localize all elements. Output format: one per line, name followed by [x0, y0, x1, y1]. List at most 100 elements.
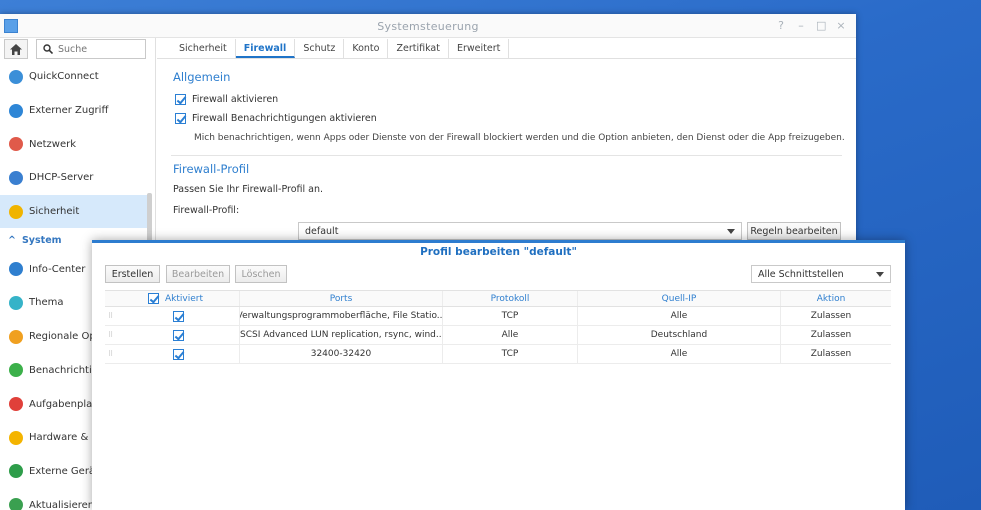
close-icon[interactable]: ×	[836, 19, 846, 32]
firewall-profile-select[interactable]: default	[298, 222, 742, 240]
shield-icon	[9, 204, 23, 219]
rule-enabled-checkbox[interactable]	[173, 310, 184, 322]
notification-note: Mich benachrichtigen, wenn Apps oder Die…	[194, 133, 845, 143]
edit-rules-button[interactable]: Regeln bearbeiten	[747, 222, 841, 240]
source-ip-cell: Deutschland	[578, 326, 781, 344]
interface-select-value: Alle Schnittstellen	[758, 268, 844, 280]
enable-firewall-row[interactable]: Firewall aktivieren	[175, 90, 856, 109]
protocol-cell: Alle	[443, 326, 578, 344]
drag-handle-icon[interactable]: ⠿	[105, 326, 145, 344]
window-titlebar[interactable]: Systemsteuerung ? – □ ×	[0, 14, 856, 38]
sidebar-item-label: Externe Gerä	[29, 465, 96, 477]
enable-notifications-label: Firewall Benachrichtigungen aktivieren	[192, 113, 377, 124]
drag-handle-icon[interactable]: ⠿	[105, 345, 145, 363]
enabled-cell[interactable]	[145, 307, 240, 325]
tab-bar: Sicherheit Firewall Schutz Konto Zertifikat E…	[157, 39, 856, 59]
sidebar-group-label: System	[21, 234, 62, 246]
firewall-profile-section-title: Firewall-Profil	[173, 162, 250, 176]
firewall-profile-value: default	[305, 225, 339, 237]
sidebar-item-label: Info-Center	[29, 263, 86, 275]
delete-button[interactable]: Löschen	[235, 265, 287, 283]
grip-header	[105, 291, 145, 306]
table-row[interactable]: ⠿ iSCSI Advanced LUN replication, rsync, …	[105, 326, 891, 345]
dhcp-icon	[9, 170, 23, 185]
edit-button[interactable]: Bearbeiten	[166, 265, 230, 283]
sidebar-item-label: Aktualisieren	[29, 499, 95, 510]
table-row[interactable]: ⠿ Verwaltungsprogrammoberfläche, File Sta…	[105, 307, 891, 326]
regional-options-icon	[9, 329, 23, 344]
sidebar-item-label: DHCP-Server	[29, 172, 94, 184]
window-controls: ? – □ ×	[776, 19, 846, 32]
tab-konto[interactable]: Konto	[344, 39, 389, 58]
interface-select[interactable]: Alle Schnittstellen	[751, 265, 891, 283]
source-ip-cell: Alle	[578, 345, 781, 363]
bulb-icon	[9, 430, 23, 445]
table-row[interactable]: ⠿ 32400-32420 TCP Alle Zulassen	[105, 345, 891, 364]
sidebar-item-netzwerk[interactable]: Netzwerk	[0, 127, 147, 161]
window-title: Systemsteuerung	[377, 20, 479, 33]
firewall-profile-hint: Passen Sie Ihr Firewall-Profil an.	[173, 184, 324, 195]
palette-icon	[9, 295, 23, 310]
home-button[interactable]	[4, 39, 28, 59]
column-header-source-ip[interactable]: Quell-IP	[578, 291, 781, 306]
enable-firewall-label: Firewall aktivieren	[192, 94, 279, 105]
tab-erweitert[interactable]: Erweitert	[449, 39, 510, 58]
rules-table: Aktiviert Ports Protokoll Quell-IP Aktio…	[105, 290, 891, 364]
sidebar-top	[0, 39, 155, 61]
firewall-profile-label: Firewall-Profil:	[173, 204, 240, 216]
protocol-cell: TCP	[443, 307, 578, 325]
sidebar-item-label: Regionale Op	[29, 331, 96, 343]
network-house-icon	[9, 137, 23, 152]
sidebar-item-externer-zugriff[interactable]: Externer Zugriff	[0, 94, 147, 128]
select-all-checkbox[interactable]	[148, 293, 159, 304]
edit-profile-dialog: Profil bearbeiten "default" Erstellen Be…	[92, 240, 905, 510]
minimize-icon[interactable]: –	[796, 19, 806, 32]
general-section-title: Allgemein	[173, 70, 231, 84]
create-button[interactable]: Erstellen	[105, 265, 160, 283]
action-cell: Zulassen	[810, 349, 852, 359]
chevron-down-icon	[727, 229, 735, 234]
column-header-enabled[interactable]: Aktiviert	[145, 291, 240, 306]
tab-schutz[interactable]: Schutz	[295, 39, 345, 58]
tab-firewall[interactable]: Firewall	[235, 39, 296, 58]
calendar-icon	[9, 397, 23, 412]
table-body: ⠿ Verwaltungsprogrammoberfläche, File Sta…	[105, 307, 891, 364]
sidebar-item-label: Thema	[29, 297, 64, 309]
column-header-ports[interactable]: Ports	[240, 291, 443, 306]
search-input[interactable]	[58, 43, 138, 55]
table-header: Aktiviert Ports Protokoll Quell-IP Aktio…	[105, 290, 891, 307]
column-header-protocol[interactable]: Protokoll	[443, 291, 578, 306]
sidebar-item-label: Netzwerk	[29, 138, 77, 150]
search-box[interactable]	[36, 39, 146, 59]
tab-zertifikat[interactable]: Zertifikat	[388, 39, 449, 58]
firewall-profile-row: Firewall-Profil:	[173, 200, 856, 220]
sidebar-item-label: Aufgabenplan	[29, 398, 99, 410]
tab-sicherheit[interactable]: Sicherheit	[171, 39, 236, 58]
action-cell: Zulassen	[810, 330, 852, 340]
rule-enabled-checkbox[interactable]	[173, 348, 184, 360]
sidebar-item-label: Sicherheit	[29, 206, 80, 218]
sidebar-item-dhcp-server[interactable]: DHCP-Server	[0, 161, 147, 195]
enable-notifications-checkbox[interactable]	[175, 113, 186, 124]
enable-notifications-row[interactable]: Firewall Benachrichtigungen aktivieren	[175, 109, 856, 128]
globe-icon	[9, 103, 23, 118]
help-icon[interactable]: ?	[776, 19, 786, 32]
dialog-title: Profil bearbeiten "default"	[420, 246, 577, 258]
source-ip-cell: Alle	[578, 307, 781, 325]
sidebar-item-quickconnect[interactable]: QuickConnect	[0, 60, 147, 94]
info-icon	[9, 262, 23, 277]
rule-enabled-checkbox[interactable]	[173, 329, 184, 341]
ports-cell: Verwaltungsprogrammoberfläche, File Stat…	[240, 307, 443, 325]
enabled-cell[interactable]	[145, 345, 240, 363]
column-header-action[interactable]: Aktion	[781, 291, 881, 306]
action-cell: Zulassen	[810, 311, 852, 321]
chevron-up-icon: ^	[8, 234, 16, 246]
sidebar-item-label: Benachrichtig	[29, 364, 99, 376]
update-icon	[9, 498, 23, 510]
maximize-icon[interactable]: □	[816, 19, 826, 32]
enable-firewall-checkbox[interactable]	[175, 94, 186, 105]
drag-handle-icon[interactable]: ⠿	[105, 307, 145, 325]
enabled-cell[interactable]	[145, 326, 240, 344]
external-device-icon	[9, 464, 23, 479]
sidebar-item-sicherheit[interactable]: Sicherheit	[0, 194, 147, 229]
